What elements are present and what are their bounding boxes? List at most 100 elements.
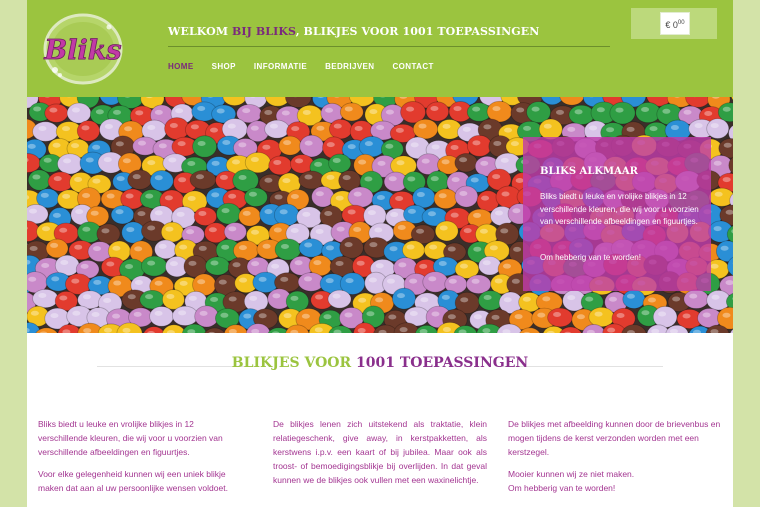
candy-highlight bbox=[211, 160, 220, 166]
candy-highlight bbox=[59, 295, 68, 301]
nav-bedrijven[interactable]: BEDRIJVEN bbox=[325, 62, 374, 71]
nav-home[interactable]: HOME bbox=[168, 62, 194, 71]
candy-highlight bbox=[364, 141, 373, 147]
candy-highlight bbox=[315, 229, 324, 235]
candy-highlight bbox=[238, 245, 247, 251]
candy-highlight bbox=[38, 293, 47, 299]
candy-highlight bbox=[453, 106, 462, 112]
cart-cents: 00 bbox=[677, 20, 685, 26]
candy-piece bbox=[192, 135, 218, 158]
candy-highlight bbox=[147, 160, 156, 166]
candy-highlight bbox=[113, 280, 122, 286]
candy-highlight bbox=[471, 278, 480, 284]
candy-piece bbox=[27, 169, 51, 191]
candy-highlight bbox=[147, 124, 156, 130]
main-nav: HOME SHOP INFORMATIE BEDRIJVEN CONTACT bbox=[168, 62, 434, 71]
candy-highlight bbox=[176, 211, 185, 217]
candy-highlight bbox=[74, 244, 83, 250]
candy-highlight bbox=[375, 297, 384, 303]
candy-highlight bbox=[641, 107, 650, 113]
candy-piece bbox=[76, 120, 101, 142]
candy-piece bbox=[392, 287, 416, 310]
promo-text: Bliks biedt u leuke en vrolijke blikjes … bbox=[540, 192, 699, 226]
candy-highlight bbox=[342, 175, 351, 181]
candy-highlight bbox=[179, 244, 188, 250]
candy-highlight bbox=[480, 160, 489, 166]
candy-highlight bbox=[672, 296, 681, 302]
nav-contact[interactable]: CONTACT bbox=[392, 62, 433, 71]
candy-highlight bbox=[279, 209, 288, 215]
page: Bliks WELKOM BIJ BLIKS, BLIKJES VOOR 100… bbox=[27, 0, 733, 507]
candy-highlight bbox=[596, 107, 605, 113]
nav-informatie[interactable]: INFORMATIE bbox=[254, 62, 307, 71]
candy-highlight bbox=[264, 209, 273, 215]
candy-highlight bbox=[179, 280, 188, 286]
candy-highlight bbox=[585, 296, 594, 302]
candy-highlight bbox=[60, 259, 69, 265]
candy-highlight bbox=[442, 327, 451, 333]
candy-highlight bbox=[38, 126, 47, 132]
candy-highlight bbox=[85, 157, 94, 163]
candy-highlight bbox=[332, 293, 341, 299]
cart-widget: € 000 bbox=[631, 8, 717, 39]
candy-highlight bbox=[689, 293, 698, 299]
candy-highlight bbox=[344, 242, 353, 248]
candy-highlight bbox=[269, 123, 278, 129]
candy-highlight bbox=[428, 276, 437, 282]
candy-highlight bbox=[397, 225, 406, 231]
candy-highlight bbox=[82, 294, 91, 300]
candy-piece bbox=[706, 118, 730, 139]
candy-highlight bbox=[553, 311, 562, 317]
candy-highlight bbox=[367, 210, 376, 216]
candy-piece bbox=[609, 101, 636, 125]
nav-shop[interactable]: SHOP bbox=[212, 62, 236, 71]
candy-highlight bbox=[125, 193, 134, 199]
column-3-paragraph-2: Mooier kunnen wij ze niet maken. bbox=[508, 469, 635, 479]
candy-highlight bbox=[427, 211, 436, 217]
candy-highlight bbox=[407, 208, 416, 214]
candy-highlight bbox=[542, 296, 551, 302]
candy-highlight bbox=[711, 294, 720, 300]
candy-highlight bbox=[439, 225, 448, 231]
candy-highlight bbox=[197, 106, 206, 112]
candy-highlight bbox=[154, 109, 163, 115]
cart-total-button[interactable]: € 000 bbox=[660, 12, 690, 35]
candy-highlight bbox=[473, 212, 482, 218]
candy-highlight bbox=[450, 212, 459, 218]
candy-highlight bbox=[71, 278, 80, 284]
candy-highlight bbox=[407, 176, 416, 182]
candy-highlight bbox=[316, 125, 325, 131]
candy-highlight bbox=[325, 107, 334, 113]
candy-highlight bbox=[358, 159, 367, 165]
candy-highlight bbox=[216, 108, 225, 114]
candy-highlight bbox=[91, 312, 100, 318]
candy-highlight bbox=[169, 123, 178, 129]
candy-highlight bbox=[421, 158, 430, 164]
candy-highlight bbox=[682, 313, 691, 319]
candy-highlight bbox=[395, 127, 404, 133]
candy-piece bbox=[454, 185, 479, 208]
candy-highlight bbox=[416, 192, 425, 198]
candy-highlight bbox=[500, 228, 509, 234]
candy-highlight bbox=[500, 157, 509, 163]
candy-highlight bbox=[147, 260, 156, 266]
candy-highlight bbox=[315, 294, 324, 300]
candy-highlight bbox=[112, 245, 121, 251]
bliks-logo[interactable]: Bliks bbox=[43, 12, 125, 86]
column-3-paragraph-1: De blikjes met afbeelding kunnen door de… bbox=[508, 419, 721, 457]
candy-highlight bbox=[249, 295, 258, 301]
candy-highlight bbox=[242, 108, 251, 114]
candy-highlight bbox=[450, 144, 459, 150]
candy-highlight bbox=[430, 106, 439, 112]
candy-highlight bbox=[431, 144, 440, 150]
candy-highlight bbox=[447, 314, 456, 320]
candy-highlight bbox=[694, 123, 703, 129]
candy-piece bbox=[328, 118, 353, 140]
candy-highlight bbox=[28, 276, 37, 282]
candy-highlight bbox=[50, 242, 59, 248]
candy-highlight bbox=[49, 107, 58, 113]
candy-highlight bbox=[242, 210, 251, 216]
candy-highlight bbox=[178, 310, 187, 316]
candy-highlight bbox=[72, 310, 81, 316]
candy-highlight bbox=[576, 314, 585, 320]
